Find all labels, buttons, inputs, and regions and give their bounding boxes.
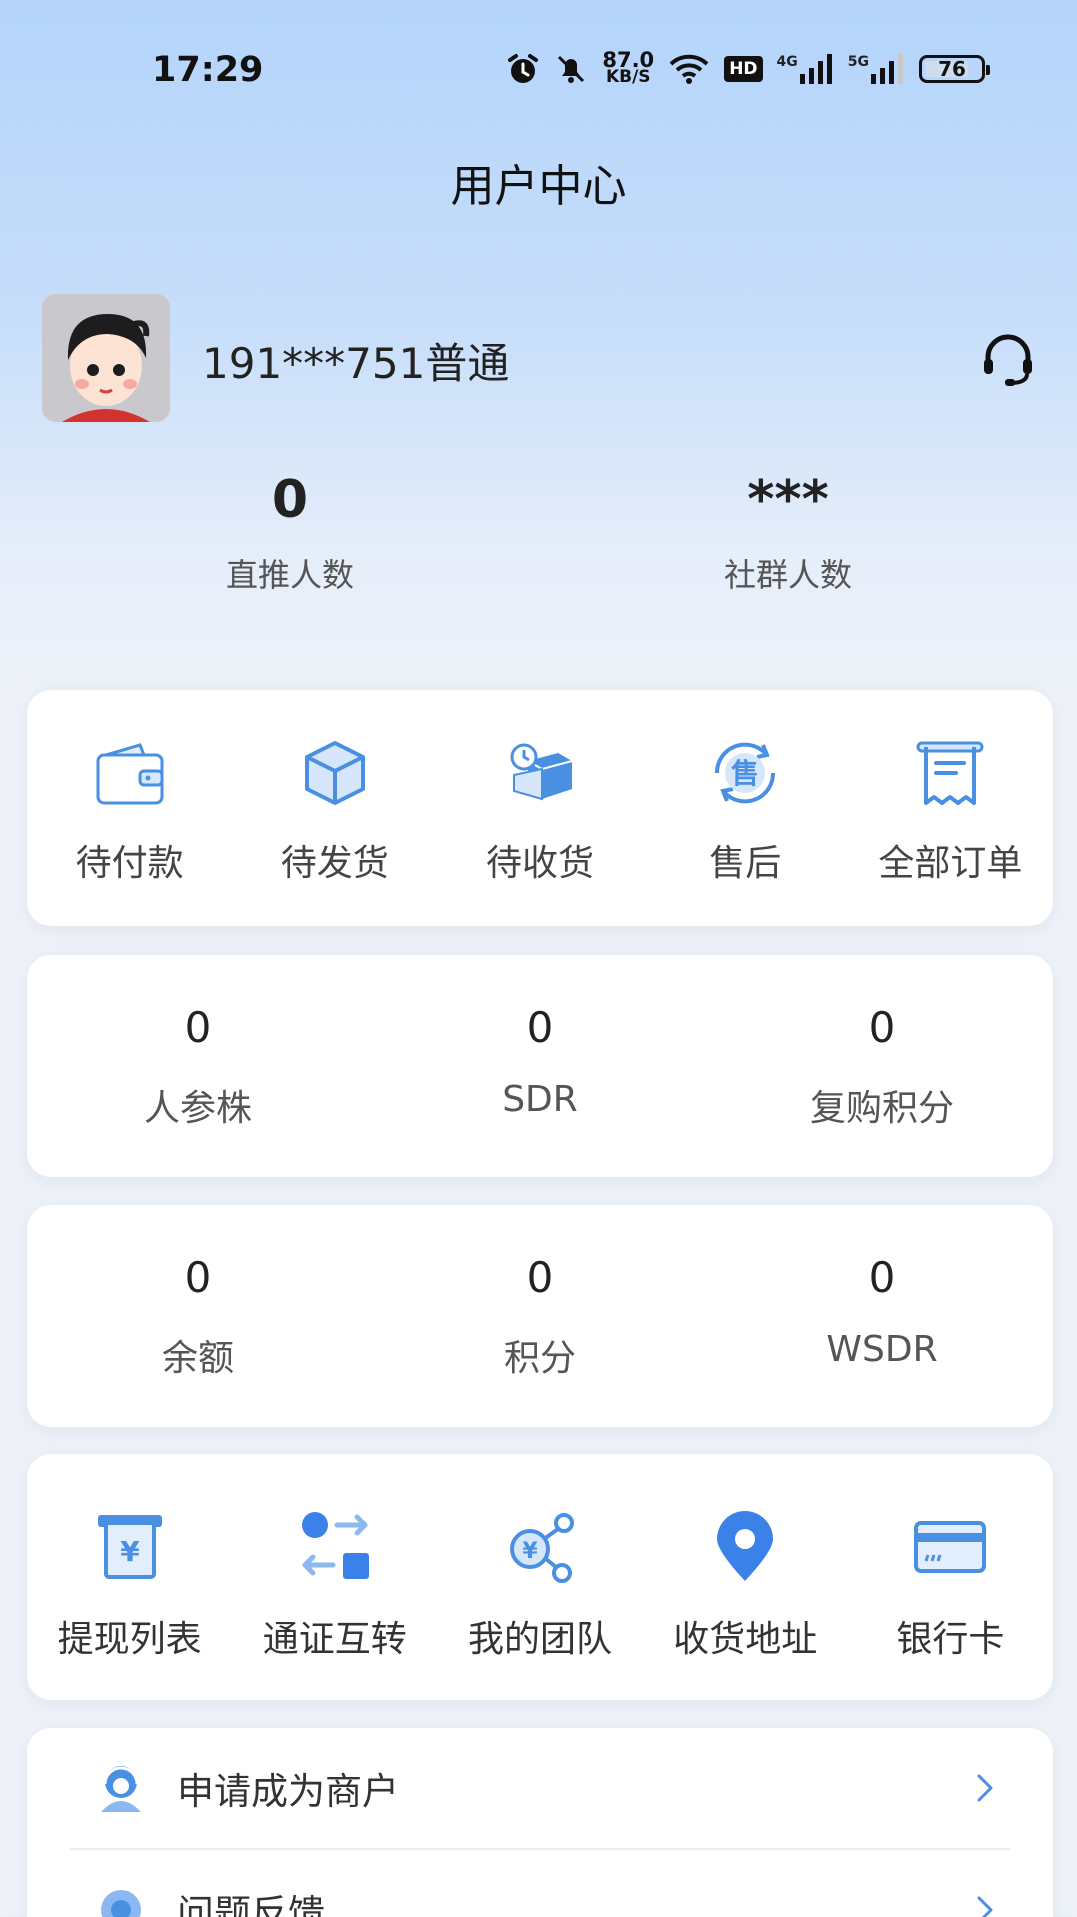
status-bar: 17:29 87.0 KB/S HD 4G 5G 76 [0,0,1077,140]
summary-stats: 0 直推人数 *** 社群人数 [0,470,1077,610]
svg-text:¥: ¥ [120,1535,140,1568]
asset-value: 0 [526,1253,554,1302]
signal-5g-icon: 5G [848,54,905,84]
order-label: 待收货 [486,843,595,884]
order-pending-shipment[interactable]: 待发货 [232,690,437,926]
asset-points[interactable]: 0 积分 [369,1205,711,1427]
status-time: 17:29 [152,50,264,90]
order-after-sales[interactable]: 售 售后 [643,690,848,926]
tool-label: 银行卡 [896,1619,1005,1660]
order-label: 全部订单 [878,843,1023,884]
mute-icon [554,52,588,86]
asset-value: 0 [184,1253,212,1302]
wifi-icon [668,52,710,86]
avatar[interactable] [42,294,170,422]
tools-card: ¥ 提现列表 通证互转 ¥ 我的团队 收货地址 银行卡 [27,1454,1053,1700]
headset-icon[interactable] [979,330,1037,388]
assets-card-1: 0 人参株 0 SDR 0 复购积分 [27,955,1053,1177]
order-all[interactable]: 全部订单 [848,690,1053,926]
tool-label: 提现列表 [57,1619,202,1660]
asset-label: SDR [502,1079,578,1120]
status-icons: 87.0 KB/S HD 4G 5G 76 [506,50,990,87]
tool-my-team[interactable]: ¥ 我的团队 [437,1454,642,1700]
svg-text:¥: ¥ [522,1539,538,1564]
order-label: 待付款 [75,843,184,884]
tool-label: 通证互转 [262,1619,407,1660]
asset-value: 0 [526,1003,554,1052]
asset-value: 0 [868,1003,896,1052]
feedback-icon [95,1884,147,1917]
page-title: 用户中心 [450,161,627,212]
stat-direct-referrals[interactable]: 0 直推人数 [140,470,440,596]
order-pending-receipt[interactable]: 待收货 [437,690,642,926]
tool-label: 我的团队 [468,1619,613,1660]
asset-wsdr[interactable]: 0 WSDR [711,1205,1053,1427]
net-speed: 87.0 KB/S [602,50,654,87]
menu-card: 申请成为商户 问题反馈 [27,1728,1053,1917]
order-label: 售后 [709,843,782,884]
location-pin-icon [704,1506,786,1588]
hd-label: HD [729,59,758,79]
sim1-label: 4G [776,54,798,70]
signal-4g-icon: 4G [777,54,834,84]
stat-label: 社群人数 [723,556,852,594]
merchant-icon [95,1762,147,1814]
tool-label: 收货地址 [673,1619,818,1660]
svg-text:售: 售 [731,757,759,790]
profile-section: 191***751普通 [42,294,1037,424]
stat-label: 直推人数 [225,556,354,594]
delivery-box-icon [499,732,581,814]
menu-item-feedback[interactable]: 问题反馈 [69,1850,1011,1917]
orders-card: 待付款 待发货 待收货 售 售后 全部订单 [27,690,1053,926]
asset-value: 0 [184,1003,212,1052]
tool-token-transfer[interactable]: 通证互转 [232,1454,437,1700]
tool-shipping-address[interactable]: 收货地址 [643,1454,848,1700]
tool-bank-card[interactable]: 银行卡 [848,1454,1053,1700]
asset-label: 复购积分 [809,1088,954,1129]
chevron-right-icon [965,1768,1005,1808]
asset-label: 积分 [503,1338,576,1379]
bank-card-icon [909,1506,991,1588]
chevron-right-icon [965,1890,1005,1917]
stat-value: 0 [271,470,309,530]
wallet-icon [89,732,171,814]
tool-withdraw-list[interactable]: ¥ 提现列表 [27,1454,232,1700]
alarm-icon [506,52,540,86]
team-icon: ¥ [499,1506,581,1588]
stat-community-members[interactable]: *** 社群人数 [638,470,938,596]
asset-sdr[interactable]: 0 SDR [369,955,711,1177]
box-icon [294,732,376,814]
order-pending-payment[interactable]: 待付款 [27,690,232,926]
stat-value: *** [747,470,829,530]
sim2-label: 5G [847,54,869,70]
username: 191***751普通 [202,339,510,388]
asset-label: 余额 [161,1338,234,1379]
menu-label: 问题反馈 [177,1892,325,1917]
order-label: 待发货 [280,843,389,884]
after-sales-icon: 售 [704,732,786,814]
battery-level: 76 [938,57,966,81]
withdraw-icon: ¥ [89,1506,171,1588]
asset-label: WSDR [826,1329,938,1370]
hd-icon: HD [724,56,763,82]
battery-icon: 76 [919,55,990,83]
asset-ginseng[interactable]: 0 人参株 [27,955,369,1177]
net-speed-unit: KB/S [605,67,651,87]
transfer-icon [294,1506,376,1588]
asset-value: 0 [868,1253,896,1302]
asset-label: 人参株 [143,1088,252,1129]
menu-item-apply-merchant[interactable]: 申请成为商户 [69,1728,1011,1848]
assets-card-2: 0 余额 0 积分 0 WSDR [27,1205,1053,1427]
menu-label: 申请成为商户 [177,1770,399,1813]
receipt-icon [909,732,991,814]
asset-balance[interactable]: 0 余额 [27,1205,369,1427]
asset-repurchase-points[interactable]: 0 复购积分 [711,955,1053,1177]
